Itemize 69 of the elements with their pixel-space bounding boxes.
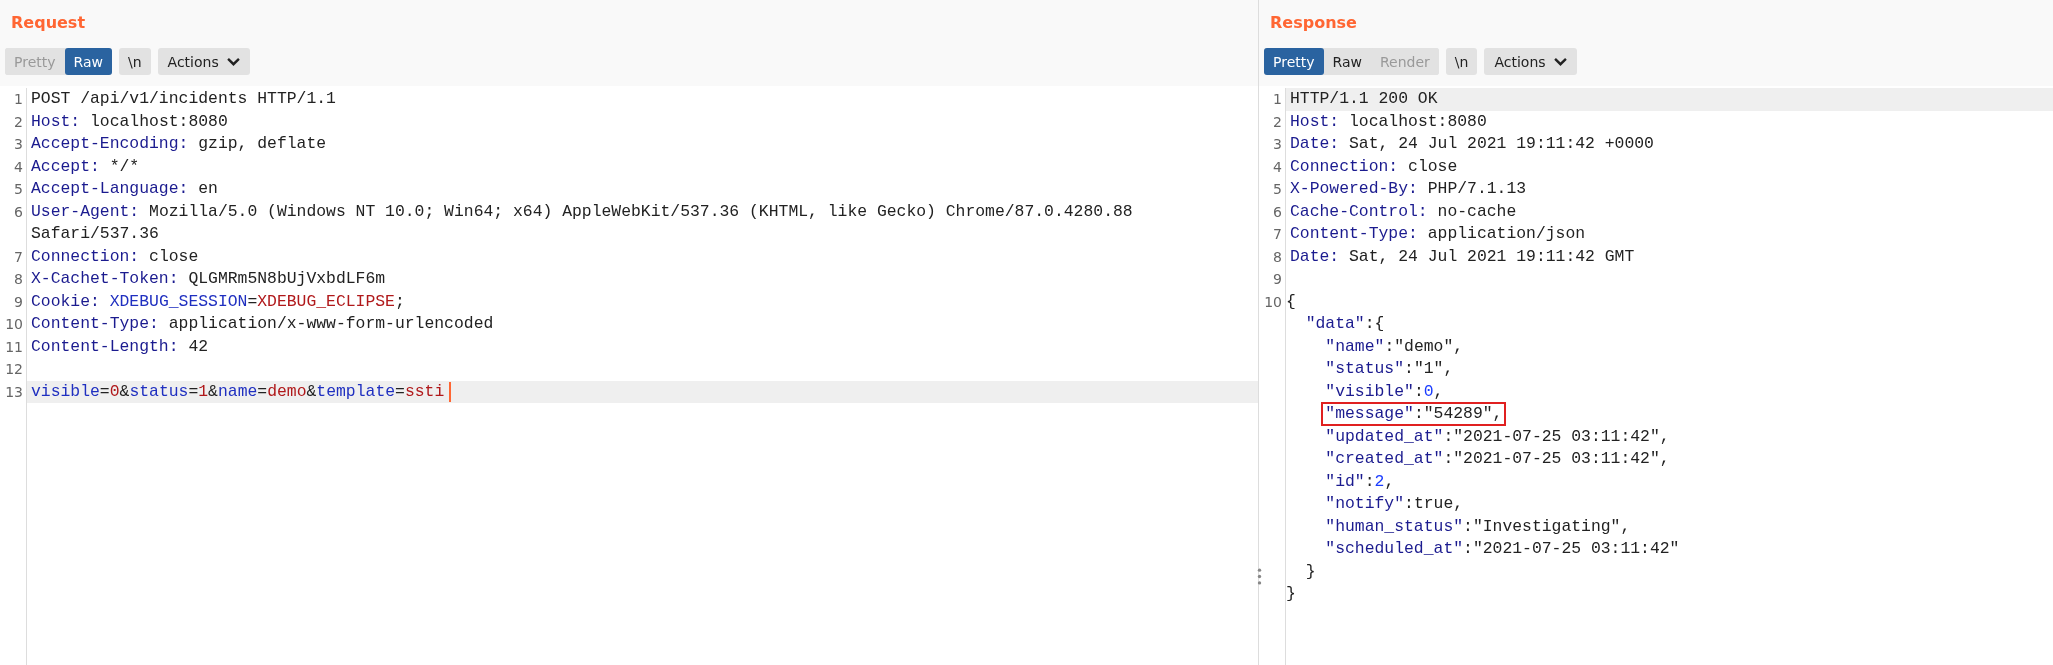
code-line: Host: localhost:8080 — [30, 110, 229, 133]
line-number: 10 — [1264, 293, 1282, 310]
drag-handle-icon[interactable] — [1257, 568, 1262, 585]
line-number: 5 — [14, 181, 23, 197]
chevron-down-icon — [1553, 57, 1567, 66]
code-line: Accept-Language: en — [30, 178, 219, 201]
line-number: 12 — [5, 361, 23, 377]
code-line: "id":2, — [1324, 470, 1396, 493]
line-number: 13 — [5, 383, 23, 400]
code-line: "notify":true, — [1324, 493, 1465, 516]
code-line: visible=0&status=1&name=demo&template=ssti — [30, 380, 446, 403]
code-line: { — [1285, 290, 1297, 313]
line-number: 9 — [14, 293, 23, 310]
actions-button[interactable]: Actions — [157, 48, 250, 75]
code-line: "visible":0, — [1324, 380, 1445, 403]
code-line: "updated_at":"2021-07-25 03:11:42", — [1324, 425, 1671, 448]
line-number: 8 — [14, 271, 23, 287]
line-number: 8 — [1273, 248, 1282, 265]
line-number: 10 — [5, 316, 23, 332]
code-line: Content-Length: 42 — [30, 335, 210, 358]
code-line: } — [1285, 583, 1297, 606]
actions-button[interactable]: Actions — [1484, 48, 1577, 75]
code-line: HTTP/1.1 200 OK — [1289, 88, 1439, 111]
pane-title: Response — [1269, 12, 1358, 34]
code-line: "status":"1", — [1324, 358, 1455, 381]
chevron-down-icon — [226, 57, 240, 66]
line-number: 11 — [5, 338, 23, 355]
line-number: 1 — [1273, 91, 1282, 107]
code-line: Cache-Control: no-cache — [1289, 200, 1518, 223]
newline-toggle-button[interactable]: \n — [119, 48, 151, 75]
code-line: Host: localhost:8080 — [1289, 110, 1488, 133]
line-number: 1 — [14, 91, 23, 107]
code-line: "human_status":"Investigating", — [1324, 515, 1632, 538]
line-number: 7 — [14, 248, 23, 265]
view-tab[interactable]: Pretty — [1264, 48, 1324, 75]
code-line: Accept: */* — [30, 155, 141, 178]
code-line: "name":"demo", — [1324, 335, 1465, 358]
code-line: Accept-Encoding: gzip, deflate — [30, 133, 328, 156]
code-line: POST /api/v1/incidents HTTP/1.1 — [30, 88, 337, 111]
line-number: 4 — [14, 158, 23, 175]
code-line: User-Agent: Mozilla/5.0 (Windows NT 10.0; Win64; x64) AppleWebKit/537.36 (KHTML, like Gecko) Chrome/87.0.4280.88 — [30, 200, 1134, 223]
code-line: Connection: close — [1289, 155, 1459, 178]
code-line: Cookie: XDEBUG_SESSION=XDEBUG_ECLIPSE; — [30, 290, 406, 313]
code-line: Content-Type: application/x-www-form-urlencoded — [30, 313, 495, 336]
line-number: 4 — [1273, 158, 1282, 175]
text-cursor — [449, 381, 452, 402]
code-line: } — [1304, 560, 1317, 583]
line-number: 5 — [1273, 181, 1282, 197]
code-line: "created_at":"2021-07-25 03:11:42", — [1324, 448, 1671, 471]
view-tab[interactable]: Raw — [64, 48, 112, 75]
line-number: 2 — [14, 113, 23, 130]
line-number: 6 — [14, 203, 23, 220]
code-line: Safari/537.36 — [30, 223, 160, 246]
code-line: Connection: close — [30, 245, 200, 268]
code-line: Date: Sat, 24 Jul 2021 19:11:42 GMT — [1289, 245, 1636, 268]
pane-title: Request — [10, 12, 87, 34]
code-line: Date: Sat, 24 Jul 2021 19:11:42 +0000 — [1289, 133, 1655, 156]
line-number: 2 — [1273, 113, 1282, 130]
code-line: X-Powered-By: PHP/7.1.13 — [1289, 178, 1528, 201]
line-number: 9 — [1273, 271, 1282, 287]
newline-toggle-button[interactable]: \n — [1445, 48, 1478, 75]
line-number: 3 — [1273, 136, 1282, 152]
code-line: Content-Type: application/json — [1289, 223, 1587, 246]
line-number: 6 — [1273, 203, 1282, 220]
line-number: 3 — [14, 136, 23, 152]
code-line: "data":{ — [1304, 313, 1386, 336]
code-line: X-Cachet-Token: QLGMRm5N8bUjVxbdLF6m — [30, 268, 387, 291]
line-number: 7 — [1273, 226, 1282, 242]
code-line: "scheduled_at":"2021-07-25 03:11:42" — [1324, 538, 1681, 561]
